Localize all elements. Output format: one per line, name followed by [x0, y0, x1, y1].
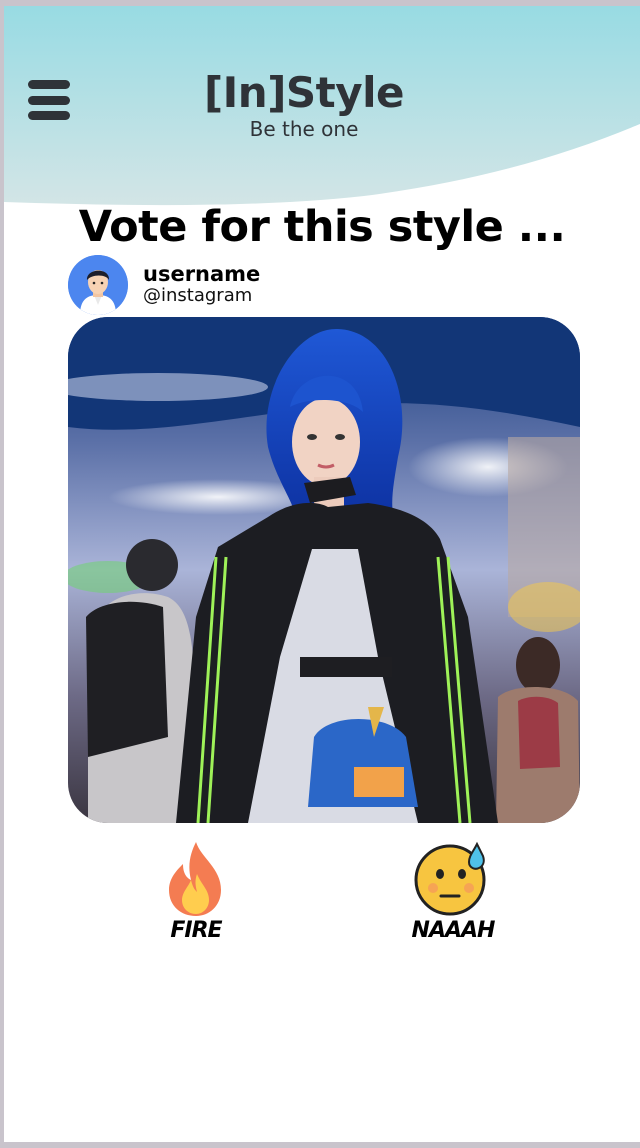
user-info: username @instagram: [68, 254, 260, 316]
instagram-handle[interactable]: @instagram: [143, 285, 260, 307]
app-screen: [In]Style Be the one Vote for this style…: [4, 6, 640, 1142]
naaah-label: NAAAH: [411, 918, 496, 943]
fire-reaction-button[interactable]: FIRE: [126, 838, 266, 943]
hamburger-menu-icon[interactable]: [28, 80, 70, 120]
page-title: Vote for this style ...: [78, 202, 566, 252]
naaah-reaction-button[interactable]: NAAAH: [383, 838, 523, 943]
fire-icon: [169, 842, 221, 916]
brand: [In]Style Be the one: [154, 68, 454, 140]
username[interactable]: username: [143, 263, 260, 285]
brand-tagline: Be the one: [249, 117, 359, 141]
fire-label: FIRE: [170, 918, 222, 943]
brand-title: [In]Style: [203, 68, 405, 117]
person-avatar-icon: [68, 255, 128, 315]
avatar[interactable]: [68, 255, 128, 315]
style-photo: [68, 317, 580, 823]
sweat-face-icon: [414, 841, 486, 916]
